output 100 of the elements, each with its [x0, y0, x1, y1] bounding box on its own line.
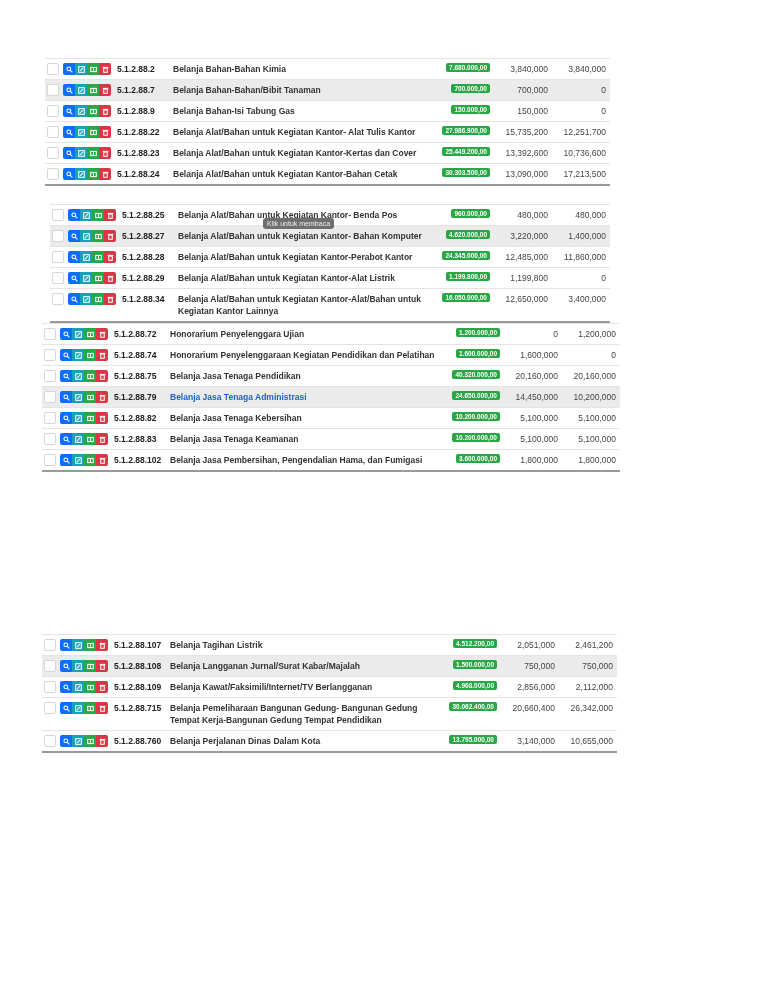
row-checkbox[interactable] [47, 63, 59, 75]
book-button[interactable] [84, 349, 96, 361]
view-button[interactable] [60, 702, 72, 714]
view-button[interactable] [68, 272, 80, 284]
delete-button[interactable] [96, 433, 108, 445]
edit-button[interactable] [72, 639, 84, 651]
row-checkbox[interactable] [44, 412, 56, 424]
view-button[interactable] [68, 230, 80, 242]
row-checkbox[interactable] [44, 735, 56, 747]
row-checkbox[interactable] [44, 370, 56, 382]
view-button[interactable] [60, 660, 72, 672]
book-button[interactable] [87, 126, 99, 138]
edit-button[interactable] [72, 660, 84, 672]
book-button[interactable] [84, 433, 96, 445]
row-checkbox[interactable] [44, 433, 56, 445]
delete-button[interactable] [104, 293, 116, 305]
edit-button[interactable] [72, 349, 84, 361]
edit-button[interactable] [75, 105, 87, 117]
book-button[interactable] [92, 272, 104, 284]
edit-button[interactable] [72, 735, 84, 747]
edit-button[interactable] [72, 412, 84, 424]
delete-button[interactable] [96, 702, 108, 714]
edit-button[interactable] [75, 147, 87, 159]
account-name-link[interactable]: Belanja Jasa Tenaga Administrasi [170, 391, 438, 403]
delete-button[interactable] [96, 454, 108, 466]
delete-button[interactable] [99, 126, 111, 138]
delete-button[interactable] [96, 681, 108, 693]
edit-button[interactable] [75, 63, 87, 75]
row-checkbox[interactable] [44, 681, 56, 693]
view-button[interactable] [60, 454, 72, 466]
row-checkbox[interactable] [52, 209, 64, 221]
row-checkbox[interactable] [52, 293, 64, 305]
delete-button[interactable] [96, 639, 108, 651]
delete-button[interactable] [104, 230, 116, 242]
row-checkbox[interactable] [44, 660, 56, 672]
book-button[interactable] [92, 293, 104, 305]
book-button[interactable] [84, 681, 96, 693]
book-button[interactable] [84, 370, 96, 382]
book-button[interactable] [84, 454, 96, 466]
book-button[interactable] [87, 168, 99, 180]
edit-button[interactable] [75, 126, 87, 138]
book-button[interactable] [92, 230, 104, 242]
edit-button[interactable] [80, 209, 92, 221]
view-button[interactable] [68, 209, 80, 221]
row-checkbox[interactable] [47, 147, 59, 159]
edit-button[interactable] [75, 84, 87, 96]
view-button[interactable] [63, 63, 75, 75]
delete-button[interactable] [99, 105, 111, 117]
book-button[interactable] [84, 639, 96, 651]
delete-button[interactable] [99, 168, 111, 180]
edit-button[interactable] [72, 433, 84, 445]
row-checkbox[interactable] [44, 639, 56, 651]
view-button[interactable] [60, 391, 72, 403]
view-button[interactable] [63, 84, 75, 96]
delete-button[interactable] [99, 84, 111, 96]
view-button[interactable] [60, 412, 72, 424]
delete-button[interactable] [104, 251, 116, 263]
delete-button[interactable] [104, 209, 116, 221]
row-checkbox[interactable] [44, 328, 56, 340]
book-button[interactable] [84, 702, 96, 714]
edit-button[interactable] [72, 391, 84, 403]
edit-button[interactable] [72, 370, 84, 382]
view-button[interactable] [60, 370, 72, 382]
book-button[interactable] [87, 84, 99, 96]
view-button[interactable] [63, 168, 75, 180]
edit-button[interactable] [72, 702, 84, 714]
row-checkbox[interactable] [44, 702, 56, 714]
row-checkbox[interactable] [47, 84, 59, 96]
delete-button[interactable] [96, 660, 108, 672]
view-button[interactable] [68, 293, 80, 305]
delete-button[interactable] [99, 147, 111, 159]
book-button[interactable] [84, 735, 96, 747]
book-button[interactable] [92, 209, 104, 221]
view-button[interactable] [60, 735, 72, 747]
view-button[interactable] [60, 349, 72, 361]
delete-button[interactable] [96, 370, 108, 382]
delete-button[interactable] [96, 412, 108, 424]
view-button[interactable] [60, 433, 72, 445]
delete-button[interactable] [96, 391, 108, 403]
row-checkbox[interactable] [47, 105, 59, 117]
delete-button[interactable] [96, 735, 108, 747]
delete-button[interactable] [96, 328, 108, 340]
edit-button[interactable] [72, 681, 84, 693]
view-button[interactable] [60, 639, 72, 651]
row-checkbox[interactable] [52, 230, 64, 242]
view-button[interactable] [63, 105, 75, 117]
row-checkbox[interactable] [44, 391, 56, 403]
delete-button[interactable] [104, 272, 116, 284]
row-checkbox[interactable] [47, 126, 59, 138]
row-checkbox[interactable] [47, 168, 59, 180]
book-button[interactable] [92, 251, 104, 263]
book-button[interactable] [87, 147, 99, 159]
row-checkbox[interactable] [52, 251, 64, 263]
view-button[interactable] [63, 126, 75, 138]
book-button[interactable] [84, 328, 96, 340]
edit-button[interactable] [80, 272, 92, 284]
edit-button[interactable] [72, 454, 84, 466]
book-button[interactable] [87, 63, 99, 75]
delete-button[interactable] [99, 63, 111, 75]
row-checkbox[interactable] [44, 349, 56, 361]
